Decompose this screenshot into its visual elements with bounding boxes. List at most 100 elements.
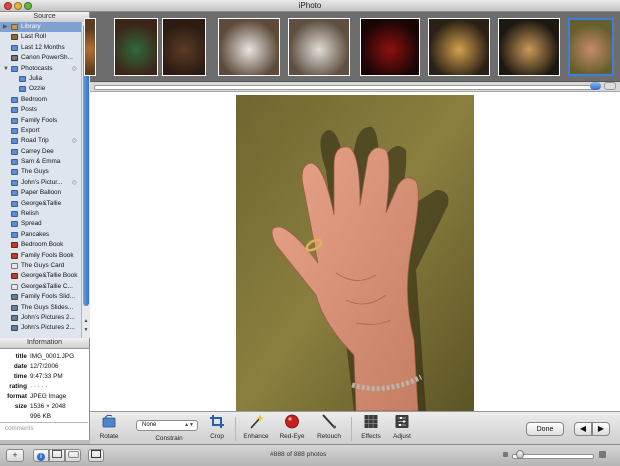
album-icon [11,96,18,103]
source-item[interactable]: John's Pictures 2... [0,323,81,333]
source-item[interactable]: Paper Balloon [0,188,81,198]
source-item[interactable]: Canon PowerSh... [0,53,81,63]
album-icon [11,138,18,145]
thumb-red-light[interactable] [360,18,420,76]
next-photo-button[interactable]: ▶ [592,422,610,436]
constrain-select[interactable]: None ▲▼ [136,420,198,431]
source-item[interactable]: The Guys Slides... [0,303,81,313]
thumb-pipe-fitting-2[interactable] [288,18,350,76]
rotate-button[interactable]: Rotate [98,414,120,440]
adjust-button[interactable]: Adjust [389,414,415,440]
source-item[interactable]: The Guys Card [0,261,81,271]
book-icon [11,242,18,249]
chevron-updown-icon: ▲▼ [184,422,194,428]
source-item[interactable]: ▶ Library [0,22,81,33]
calendar-icon [11,44,18,51]
done-button[interactable]: Done [526,422,564,436]
info-row: time 9:47:33 PM [0,372,89,382]
info-row: rating · · · · · [0,382,89,392]
calendar-button[interactable] [49,449,65,462]
album-icon [11,190,18,197]
source-item[interactable]: Bedroom Book [0,240,81,250]
album-icon [11,179,18,186]
source-item[interactable]: ▼ Photocasts ◎ [0,64,81,74]
disclosure-triangle-icon[interactable]: ▼ [3,64,9,74]
source-item[interactable]: Family Fools Slid... [0,292,81,302]
source-item[interactable]: Carrey Dee [0,147,81,157]
rotate-icon [102,414,116,428]
filmstrip-end-button[interactable] [604,82,616,90]
effects-button[interactable]: Effects [358,414,384,440]
source-item[interactable]: Relish [0,209,81,219]
zoom-small-icon [503,452,508,457]
album-icon [11,211,18,218]
source-item[interactable]: Last 12 Months [0,43,81,53]
book-icon [11,273,18,280]
source-item-label: George&Tallie Book [21,272,78,280]
thumb-pipe-fitting[interactable] [218,18,280,76]
thumb-speakers[interactable] [428,18,490,76]
crop-button[interactable]: Crop [207,414,227,440]
filmstrip-scroll-track[interactable] [94,85,596,90]
source-item-label: Last 12 Months [21,43,65,51]
main-photo[interactable] [236,95,474,411]
source-item[interactable]: Ozzie [0,84,81,94]
album-icon [11,200,18,207]
shared-icon: ◎ [71,179,77,186]
album-icon [11,169,18,176]
thumb-hand[interactable] [568,18,614,76]
previous-photo-button[interactable]: ◀ [574,422,592,436]
thumb-christmas-tree-2[interactable] [162,18,206,76]
thumb-bulb[interactable] [498,18,560,76]
source-item[interactable]: Road Trip ◎ [0,136,81,146]
thumb-partial[interactable] [84,18,96,76]
source-list: ▶ Library Last Roll Last 12 Months Canon Pow… [0,22,81,338]
source-item-label: Family Fools Book [21,251,74,259]
source-item[interactable]: George&Tallie C... [0,282,81,292]
arrow-right-icon: ▶ [597,424,605,433]
info-key: date [13,363,27,370]
slideshow-icon [11,304,18,311]
comments-field[interactable]: comments [0,422,88,438]
thumb-christmas-tree[interactable] [114,18,158,76]
source-item[interactable]: George&Tallie Book [0,271,81,281]
source-item[interactable]: Family Fools Book [0,251,81,261]
constrain-value: None [142,422,157,428]
source-item[interactable]: Julia [0,74,81,84]
info-button[interactable]: i [33,449,49,462]
fullscreen-button[interactable] [88,449,104,462]
title-bar: iPhoto [0,0,620,12]
disclosure-triangle-icon[interactable]: ▶ [3,22,8,32]
enhance-button[interactable]: Enhance [242,414,270,440]
info-value: 12/7/2006 [30,363,59,370]
filmstrip-scroller [90,82,620,92]
info-value: IMG_0001.JPG [30,353,75,360]
info-key: time [13,373,27,380]
source-item-label: John's Pictur... [21,178,63,186]
source-item[interactable]: George&Tallie [0,199,81,209]
source-item-label: The Guys [21,168,49,176]
source-item[interactable]: Sam & Emma [0,157,81,167]
red-eye-button[interactable]: Red-Eye [278,414,306,440]
filmstrip-scroll-knob[interactable] [590,82,601,90]
source-item[interactable]: Family Fools [0,116,81,126]
source-item[interactable]: Last Roll [0,32,81,42]
source-item[interactable]: Export [0,126,81,136]
zoom-slider-knob[interactable] [515,450,524,459]
source-item[interactable]: Posts [0,105,81,115]
source-item[interactable]: John's Pictures 2... [0,313,81,323]
scroll-down-arrow-icon[interactable]: ▼ [82,327,90,333]
source-item[interactable]: Pancakes [0,230,81,240]
source-item[interactable]: John's Pictur... ◎ [0,178,81,188]
source-item[interactable]: Bedroom [0,95,81,105]
add-album-button[interactable]: + [6,449,24,462]
scroll-up-arrow-icon[interactable]: ▲ [82,318,90,324]
zoom-slider-track[interactable] [512,454,594,459]
source-item[interactable]: Spread [0,219,81,229]
source-item[interactable]: The Guys [0,167,81,177]
retouch-brush-icon [322,414,336,429]
crop-label: Crop [210,433,224,440]
source-item-label: Library [21,23,41,30]
keywords-button[interactable] [65,449,81,462]
retouch-button[interactable]: Retouch [314,414,344,440]
